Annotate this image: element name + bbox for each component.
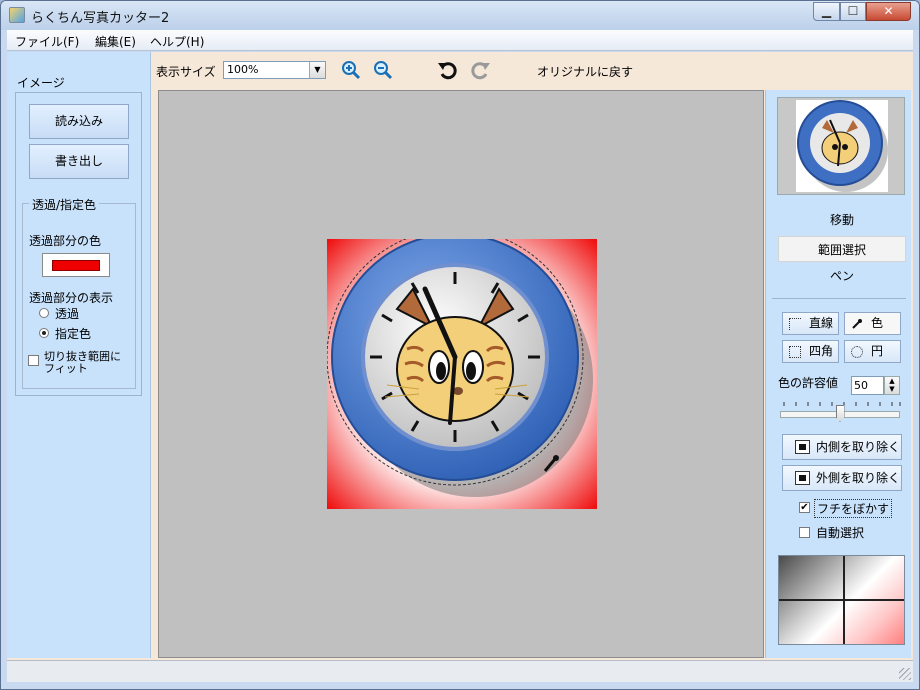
line-select-button[interactable]: 直線 <box>782 312 839 335</box>
title-bar[interactable]: らくちん写真カッター2 ▁ ☐ ✕ <box>1 1 919 30</box>
color-select-button[interactable]: 色 <box>844 312 901 335</box>
zoom-value: 100% <box>227 63 259 76</box>
close-button[interactable]: ✕ <box>866 2 911 21</box>
tolerance-input[interactable]: 50 <box>851 376 884 395</box>
dotted-circle-icon <box>851 346 863 358</box>
radio-transparent-label: 透過 <box>55 307 80 321</box>
eyedropper-icon <box>852 319 862 329</box>
transparency-group-title: 透過/指定色 <box>29 196 100 213</box>
app-icon <box>9 7 25 23</box>
fit-crop-label: 切り抜き範囲に フィット <box>44 350 121 375</box>
zoom-out-icon[interactable] <box>372 60 394 80</box>
redo-icon[interactable] <box>469 60 491 80</box>
toolbar: 表示サイズ 100% ▼ オリジナルに戻す <box>152 52 913 88</box>
thumbnail-preview <box>777 97 905 195</box>
zoom-select[interactable]: 100% ▼ <box>223 61 326 79</box>
radio-specified-color[interactable] <box>39 328 49 338</box>
transparent-color-swatch[interactable] <box>42 253 110 277</box>
auto-select-checkbox[interactable] <box>799 527 810 538</box>
client-area: イメージ 読み込み 書き出し 透過/指定色 透過部分の色 透過部分の表示 透過 … <box>7 52 913 660</box>
right-panel: 移動 範囲選択 ペン 直線 色 四角 円 色の許容値 50 ▲ ▼ 内側を取り除… <box>765 90 911 658</box>
revert-button[interactable]: オリジナルに戻す <box>537 63 633 80</box>
display-mode-label: 透過部分の表示 <box>29 291 114 305</box>
mode-pen[interactable]: ペン <box>778 263 906 289</box>
magnifier-preview <box>778 555 905 645</box>
menu-file[interactable]: ファイル(F) <box>15 33 79 50</box>
transparency-group: 透過/指定色 透過部分の色 透過部分の表示 透過 指定色 切り抜き範囲に フィット <box>22 196 136 389</box>
blur-edges-label: フチをぼかす <box>814 499 893 518</box>
menu-bar: ファイル(F) 編集(E) ヘルプ(H) <box>7 30 913 51</box>
circle-select-button[interactable]: 円 <box>844 340 901 363</box>
transparent-color-label: 透過部分の色 <box>29 234 102 248</box>
minimize-button[interactable]: ▁ <box>813 2 840 21</box>
rect-select-button[interactable]: 四角 <box>782 340 839 363</box>
remove-inside-button[interactable]: 内側を取り除く <box>782 434 902 460</box>
blur-edges-checkbox[interactable]: ✔ <box>799 502 810 513</box>
left-panel: イメージ 読み込み 書き出し 透過/指定色 透過部分の色 透過部分の表示 透過 … <box>7 52 151 658</box>
tolerance-slider-thumb[interactable] <box>835 405 845 422</box>
load-button[interactable]: 読み込み <box>29 104 129 139</box>
menu-help[interactable]: ヘルプ(H) <box>150 33 204 50</box>
mode-range-select[interactable]: 範囲選択 <box>778 236 906 262</box>
status-bar <box>7 660 913 682</box>
maximize-button[interactable]: ☐ <box>840 2 866 21</box>
dotted-line-icon <box>789 318 801 330</box>
app-window: らくちん写真カッター2 ▁ ☐ ✕ ファイル(F) 編集(E) ヘルプ(H) イ… <box>0 0 920 690</box>
radio-transparent[interactable] <box>39 308 49 318</box>
image-section-title: イメージ <box>17 76 65 90</box>
auto-select-label: 自動選択 <box>816 526 865 540</box>
undo-icon[interactable] <box>437 60 459 80</box>
tolerance-stepper[interactable]: ▲ ▼ <box>884 376 900 395</box>
color-chip <box>52 260 100 271</box>
fit-crop-checkbox[interactable] <box>28 355 39 366</box>
image-canvas[interactable] <box>158 90 764 658</box>
divider <box>772 298 906 299</box>
dotted-rect-icon <box>789 346 801 358</box>
crosshair-vertical <box>843 556 845 644</box>
resize-grip[interactable] <box>899 668 911 680</box>
remove-outside-button[interactable]: 外側を取り除く <box>782 465 902 491</box>
remove-inside-icon <box>795 440 810 454</box>
mode-move[interactable]: 移動 <box>778 207 906 233</box>
clock-cat-image <box>327 239 597 509</box>
crosshair-horizontal <box>779 599 904 601</box>
remove-outside-icon <box>795 471 810 485</box>
thumbnail-image <box>797 100 888 192</box>
image-section-box: 読み込み 書き出し 透過/指定色 透過部分の色 透過部分の表示 透過 指定色 切… <box>15 92 142 396</box>
menu-edit[interactable]: 編集(E) <box>95 33 136 50</box>
radio-specified-label: 指定色 <box>55 327 92 341</box>
export-button[interactable]: 書き出し <box>29 144 129 179</box>
tolerance-label: 色の許容値 <box>778 376 839 390</box>
window-title: らくちん写真カッター2 <box>31 11 170 26</box>
zoom-in-icon[interactable] <box>340 60 362 80</box>
chevron-down-icon[interactable]: ▼ <box>309 62 325 78</box>
zoom-label: 表示サイズ <box>156 65 216 79</box>
